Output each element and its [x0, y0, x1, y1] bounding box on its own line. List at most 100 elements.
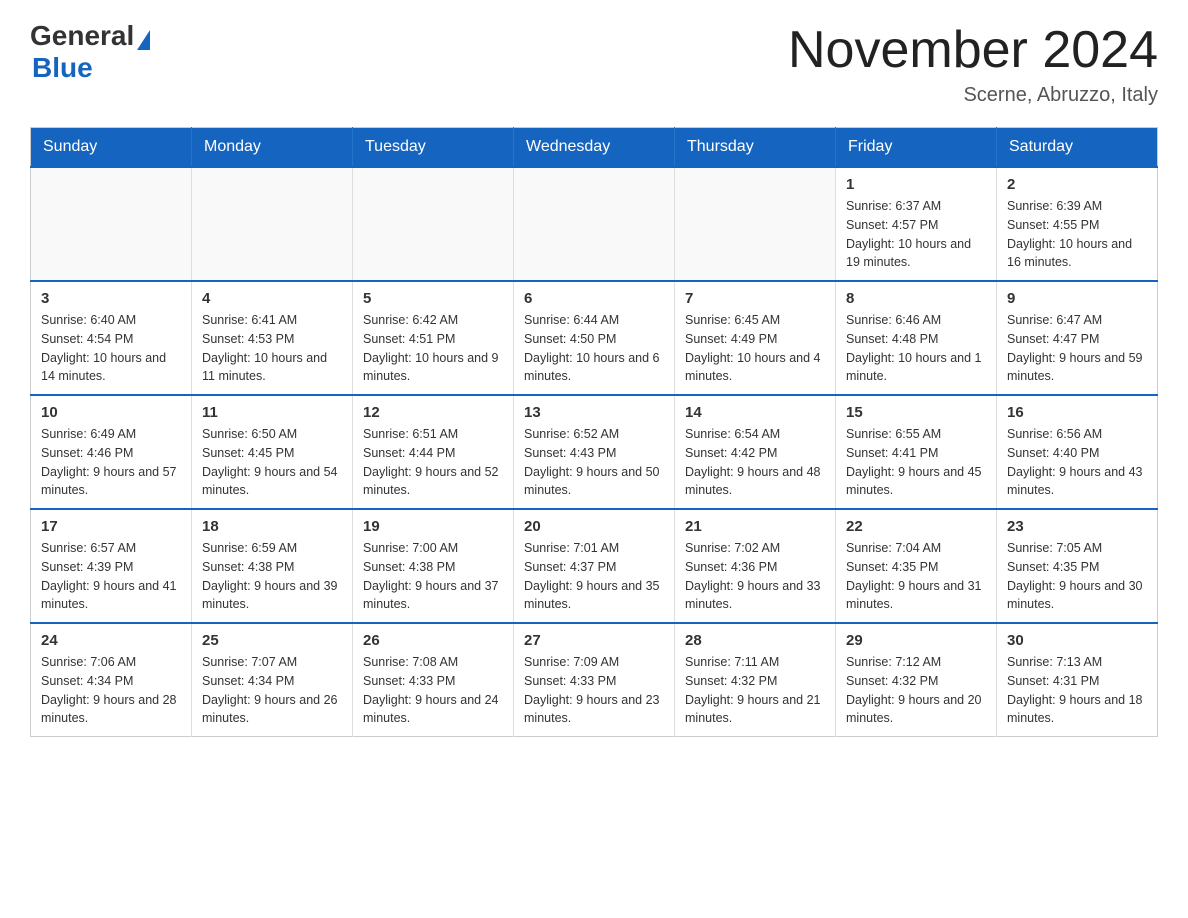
calendar-day-cell: 30 Sunrise: 7:13 AMSunset: 4:31 PMDayligh… — [997, 623, 1158, 737]
day-info: Sunrise: 7:09 AMSunset: 4:33 PMDaylight:… — [524, 653, 664, 728]
day-number: 2 — [1007, 176, 1147, 193]
day-info: Sunrise: 7:06 AMSunset: 4:34 PMDaylight:… — [41, 653, 181, 728]
day-info: Sunrise: 7:05 AMSunset: 4:35 PMDaylight:… — [1007, 539, 1147, 614]
calendar-day-cell: 1Sunrise: 6:37 AMSunset: 4:57 PMDaylight… — [836, 167, 997, 281]
day-info: Sunrise: 6:47 AMSunset: 4:47 PMDaylight:… — [1007, 311, 1147, 386]
day-info: Sunrise: 7:02 AMSunset: 4:36 PMDaylight:… — [685, 539, 825, 614]
calendar-day-cell: 8Sunrise: 6:46 AMSunset: 4:48 PMDaylight… — [836, 281, 997, 395]
day-number: 30 — [1007, 632, 1147, 649]
logo: General Blue — [30, 20, 150, 84]
day-info: Sunrise: 6:40 AMSunset: 4:54 PMDaylight:… — [41, 311, 181, 386]
day-info: Sunrise: 6:57 AMSunset: 4:39 PMDaylight:… — [41, 539, 181, 614]
day-number: 28 — [685, 632, 825, 649]
day-info: Sunrise: 7:08 AMSunset: 4:33 PMDaylight:… — [363, 653, 503, 728]
day-number: 7 — [685, 290, 825, 307]
title-section: November 2024 Scerne, Abruzzo, Italy — [788, 20, 1158, 107]
calendar-day-cell — [353, 167, 514, 281]
calendar-day-cell: 4 Sunrise: 6:41 AMSunset: 4:53 PMDaylight… — [192, 281, 353, 395]
location-title: Scerne, Abruzzo, Italy — [788, 84, 1158, 107]
day-number: 24 — [41, 632, 181, 649]
day-number: 22 — [846, 518, 986, 535]
day-number: 13 — [524, 404, 664, 421]
day-number: 12 — [363, 404, 503, 421]
calendar-day-cell: 14Sunrise: 6:54 AMSunset: 4:42 PMDayligh… — [675, 395, 836, 509]
logo-blue-text: Blue — [32, 52, 93, 83]
day-info: Sunrise: 7:04 AMSunset: 4:35 PMDaylight:… — [846, 539, 986, 614]
day-number: 1 — [846, 176, 986, 193]
calendar-day-cell: 13 Sunrise: 6:52 AMSunset: 4:43 PMDayligh… — [514, 395, 675, 509]
calendar-week-row: 1Sunrise: 6:37 AMSunset: 4:57 PMDaylight… — [31, 167, 1158, 281]
calendar-day-cell: 18Sunrise: 6:59 AMSunset: 4:38 PMDayligh… — [192, 509, 353, 623]
day-number: 17 — [41, 518, 181, 535]
day-number: 19 — [363, 518, 503, 535]
calendar-header-row: SundayMondayTuesdayWednesdayThursdayFrid… — [31, 128, 1158, 168]
month-title: November 2024 — [788, 20, 1158, 80]
day-number: 21 — [685, 518, 825, 535]
calendar-day-cell: 7Sunrise: 6:45 AMSunset: 4:49 PMDaylight… — [675, 281, 836, 395]
day-info: Sunrise: 7:11 AMSunset: 4:32 PMDaylight:… — [685, 653, 825, 728]
day-number: 9 — [1007, 290, 1147, 307]
calendar-weekday-friday: Friday — [836, 128, 997, 168]
calendar-day-cell: 20Sunrise: 7:01 AMSunset: 4:37 PMDayligh… — [514, 509, 675, 623]
calendar-day-cell: 28 Sunrise: 7:11 AMSunset: 4:32 PMDayligh… — [675, 623, 836, 737]
day-number: 11 — [202, 404, 342, 421]
calendar-day-cell: 12 Sunrise: 6:51 AMSunset: 4:44 PMDayligh… — [353, 395, 514, 509]
day-info: Sunrise: 6:42 AMSunset: 4:51 PMDaylight:… — [363, 311, 503, 386]
day-number: 5 — [363, 290, 503, 307]
calendar-day-cell: 24 Sunrise: 7:06 AMSunset: 4:34 PMDayligh… — [31, 623, 192, 737]
day-number: 25 — [202, 632, 342, 649]
calendar-day-cell — [675, 167, 836, 281]
calendar-day-cell: 19 Sunrise: 7:00 AMSunset: 4:38 PMDayligh… — [353, 509, 514, 623]
calendar-week-row: 10 Sunrise: 6:49 AMSunset: 4:46 PMDayligh… — [31, 395, 1158, 509]
calendar-weekday-monday: Monday — [192, 128, 353, 168]
calendar-weekday-wednesday: Wednesday — [514, 128, 675, 168]
day-number: 23 — [1007, 518, 1147, 535]
calendar-weekday-saturday: Saturday — [997, 128, 1158, 168]
calendar-day-cell: 17 Sunrise: 6:57 AMSunset: 4:39 PMDayligh… — [31, 509, 192, 623]
day-info: Sunrise: 7:07 AMSunset: 4:34 PMDaylight:… — [202, 653, 342, 728]
calendar-weekday-thursday: Thursday — [675, 128, 836, 168]
calendar-day-cell: 11 Sunrise: 6:50 AMSunset: 4:45 PMDayligh… — [192, 395, 353, 509]
day-info: Sunrise: 6:59 AMSunset: 4:38 PMDaylight:… — [202, 539, 342, 614]
day-info: Sunrise: 6:56 AMSunset: 4:40 PMDaylight:… — [1007, 425, 1147, 500]
day-number: 6 — [524, 290, 664, 307]
day-info: Sunrise: 6:51 AMSunset: 4:44 PMDaylight:… — [363, 425, 503, 500]
day-info: Sunrise: 7:12 AMSunset: 4:32 PMDaylight:… — [846, 653, 986, 728]
day-number: 3 — [41, 290, 181, 307]
day-number: 29 — [846, 632, 986, 649]
calendar-day-cell: 16 Sunrise: 6:56 AMSunset: 4:40 PMDayligh… — [997, 395, 1158, 509]
day-number: 4 — [202, 290, 342, 307]
calendar-day-cell: 2 Sunrise: 6:39 AMSunset: 4:55 PMDaylight… — [997, 167, 1158, 281]
day-info: Sunrise: 6:52 AMSunset: 4:43 PMDaylight:… — [524, 425, 664, 500]
calendar-day-cell: 25 Sunrise: 7:07 AMSunset: 4:34 PMDayligh… — [192, 623, 353, 737]
calendar-weekday-sunday: Sunday — [31, 128, 192, 168]
day-number: 15 — [846, 404, 986, 421]
calendar-weekday-tuesday: Tuesday — [353, 128, 514, 168]
calendar-day-cell: 26Sunrise: 7:08 AMSunset: 4:33 PMDayligh… — [353, 623, 514, 737]
day-info: Sunrise: 6:44 AMSunset: 4:50 PMDaylight:… — [524, 311, 664, 386]
calendar-table: SundayMondayTuesdayWednesdayThursdayFrid… — [30, 127, 1158, 737]
day-number: 16 — [1007, 404, 1147, 421]
day-info: Sunrise: 6:46 AMSunset: 4:48 PMDaylight:… — [846, 311, 986, 386]
calendar-day-cell: 5 Sunrise: 6:42 AMSunset: 4:51 PMDaylight… — [353, 281, 514, 395]
day-info: Sunrise: 6:41 AMSunset: 4:53 PMDaylight:… — [202, 311, 342, 386]
day-info: Sunrise: 6:49 AMSunset: 4:46 PMDaylight:… — [41, 425, 181, 500]
day-info: Sunrise: 7:00 AMSunset: 4:38 PMDaylight:… — [363, 539, 503, 614]
day-info: Sunrise: 6:39 AMSunset: 4:55 PMDaylight:… — [1007, 197, 1147, 272]
calendar-day-cell — [192, 167, 353, 281]
day-info: Sunrise: 7:01 AMSunset: 4:37 PMDaylight:… — [524, 539, 664, 614]
day-info: Sunrise: 6:50 AMSunset: 4:45 PMDaylight:… — [202, 425, 342, 500]
calendar-day-cell: 23 Sunrise: 7:05 AMSunset: 4:35 PMDayligh… — [997, 509, 1158, 623]
logo-icon — [137, 30, 150, 50]
page-header: General Blue November 2024 Scerne, Abruz… — [30, 20, 1158, 107]
calendar-day-cell: 15Sunrise: 6:55 AMSunset: 4:41 PMDayligh… — [836, 395, 997, 509]
calendar-day-cell: 29 Sunrise: 7:12 AMSunset: 4:32 PMDayligh… — [836, 623, 997, 737]
day-number: 10 — [41, 404, 181, 421]
day-info: Sunrise: 7:13 AMSunset: 4:31 PMDaylight:… — [1007, 653, 1147, 728]
calendar-week-row: 24 Sunrise: 7:06 AMSunset: 4:34 PMDayligh… — [31, 623, 1158, 737]
calendar-day-cell — [31, 167, 192, 281]
day-info: Sunrise: 6:54 AMSunset: 4:42 PMDaylight:… — [685, 425, 825, 500]
calendar-day-cell — [514, 167, 675, 281]
calendar-week-row: 17 Sunrise: 6:57 AMSunset: 4:39 PMDayligh… — [31, 509, 1158, 623]
calendar-day-cell: 27Sunrise: 7:09 AMSunset: 4:33 PMDayligh… — [514, 623, 675, 737]
